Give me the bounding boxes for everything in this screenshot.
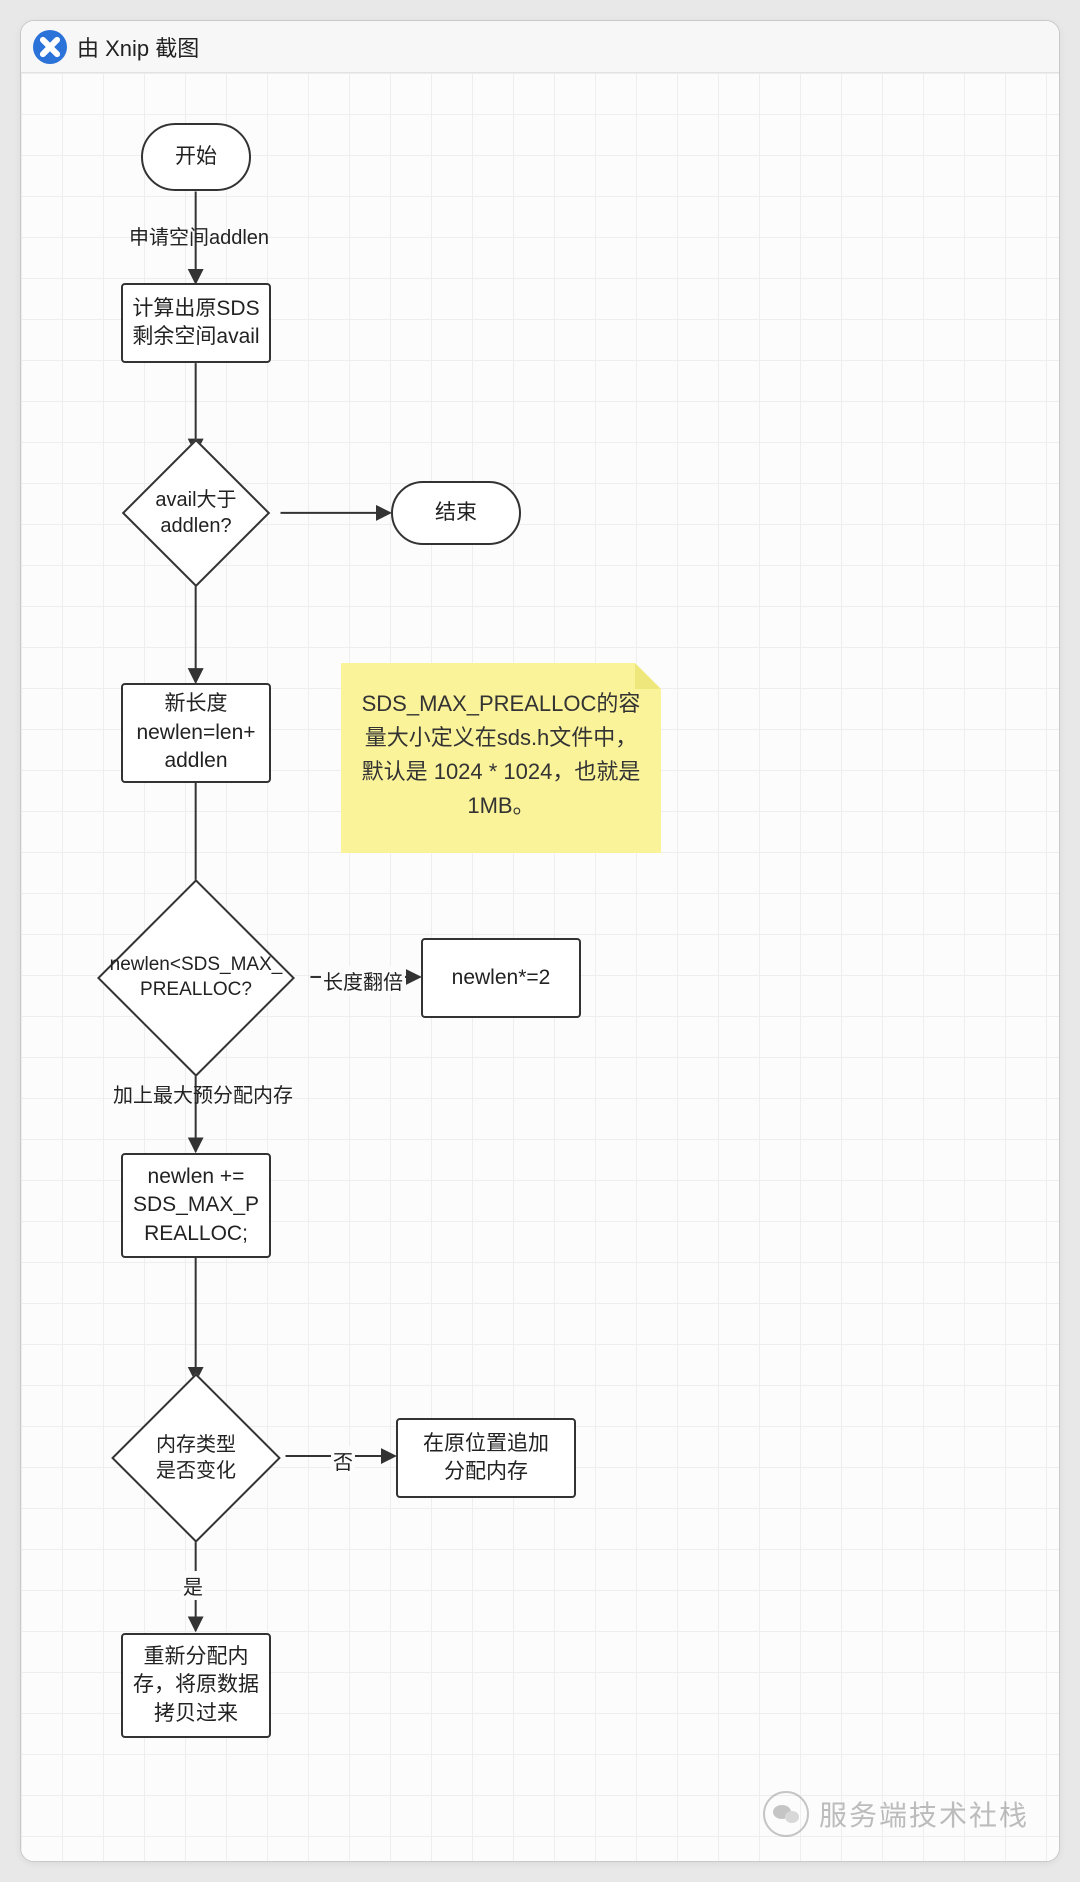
app-title: 由 Xnip 截图 bbox=[77, 31, 199, 63]
note-prealloc: SDS_MAX_PREALLOC的容量大小定义在sds.h文件中，默认是 102… bbox=[341, 663, 661, 853]
decision-avail-label: avail大于 addlen? bbox=[155, 487, 236, 539]
titlebar: 由 Xnip 截图 bbox=[21, 21, 1059, 73]
edge-label-yes: 是 bbox=[181, 1571, 205, 1600]
node-calc-avail-label: 计算出原SDS 剩余空间avail bbox=[132, 295, 259, 352]
node-end-label: 结束 bbox=[435, 499, 477, 527]
node-realloc-inplace-label: 在原位置追加 分配内存 bbox=[423, 1430, 549, 1487]
node-newlen-add-prealloc-label: newlen += SDS_MAX_P REALLOC; bbox=[133, 1163, 259, 1248]
node-realloc-new: 重新分配内 存，将原数据 拷贝过来 bbox=[121, 1633, 271, 1738]
watermark-text: 服务端技术社栈 bbox=[819, 1794, 1029, 1834]
wechat-icon bbox=[763, 1791, 809, 1837]
decision-memtype-label: 内存类型 是否变化 bbox=[156, 1432, 236, 1484]
watermark: 服务端技术社栈 bbox=[763, 1791, 1029, 1837]
decision-memtype-changed: 内存类型 是否变化 bbox=[106, 1383, 286, 1533]
decision-newlen-lt-max: newlen<SDS_MAX_ PREALLOC? bbox=[81, 903, 311, 1053]
node-end: 结束 bbox=[391, 481, 521, 545]
decision-avail-gt-addlen: avail大于 addlen? bbox=[111, 453, 281, 573]
flowchart-canvas: 开始 申请空间addlen 计算出原SDS 剩余空间avail avail大于 … bbox=[21, 73, 1059, 1861]
node-newlen-double-label: newlen*=2 bbox=[452, 964, 551, 992]
node-start-label: 开始 bbox=[175, 143, 217, 171]
edge-label-add-max-prealloc: 加上最大预分配内存 bbox=[113, 1079, 293, 1108]
xnip-scissors-icon bbox=[33, 30, 67, 64]
node-calc-avail: 计算出原SDS 剩余空间avail bbox=[121, 283, 271, 363]
node-newlen-assign-label: 新长度 newlen=len+ addlen bbox=[136, 690, 255, 775]
node-realloc-inplace: 在原位置追加 分配内存 bbox=[396, 1418, 576, 1498]
node-newlen-double: newlen*=2 bbox=[421, 938, 581, 1018]
node-newlen-assign: 新长度 newlen=len+ addlen bbox=[121, 683, 271, 783]
node-realloc-new-label: 重新分配内 存，将原数据 拷贝过来 bbox=[133, 1643, 259, 1728]
edge-label-no: 否 bbox=[331, 1446, 355, 1475]
app-frame: 由 Xnip 截图 bbox=[20, 20, 1060, 1862]
edge-label-apply-addlen: 申请空间addlen bbox=[129, 221, 269, 250]
edge-label-double-len: 长度翻倍 bbox=[321, 966, 405, 995]
node-start: 开始 bbox=[141, 123, 251, 191]
note-fold-icon bbox=[635, 663, 661, 689]
note-text: SDS_MAX_PREALLOC的容量大小定义在sds.h文件中，默认是 102… bbox=[362, 691, 641, 818]
node-newlen-add-prealloc: newlen += SDS_MAX_P REALLOC; bbox=[121, 1153, 271, 1258]
decision-newlen-label: newlen<SDS_MAX_ PREALLOC? bbox=[110, 953, 283, 1002]
